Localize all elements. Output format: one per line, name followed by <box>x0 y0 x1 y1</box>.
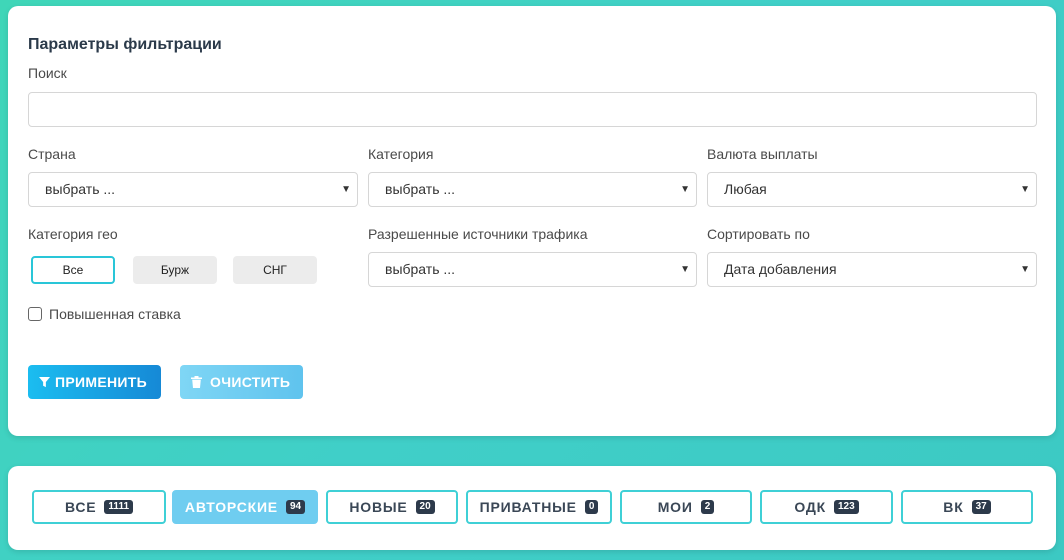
country-label: Страна <box>28 146 76 162</box>
category-select[interactable]: выбрать ... ▼ <box>368 172 697 207</box>
geo-sng-button[interactable]: СНГ <box>233 256 317 284</box>
raised-rate-checkbox[interactable] <box>28 307 42 321</box>
tab-all[interactable]: ВСЕ 1111 <box>32 490 166 524</box>
raised-rate-label: Повышенная ставка <box>49 306 181 322</box>
country-select[interactable]: выбрать ... ▼ <box>28 172 358 207</box>
traffic-sources-label: Разрешенные источники трафика <box>368 226 588 242</box>
traffic-sources-select[interactable]: выбрать ... ▼ <box>368 252 697 287</box>
apply-button-label: ПРИМЕНИТЬ <box>55 374 147 390</box>
filter-panel: Параметры фильтрации Поиск Страна выбрат… <box>8 6 1056 436</box>
chevron-down-icon: ▼ <box>1020 184 1030 195</box>
currency-label: Валюта выплаты <box>707 146 818 162</box>
sort-select[interactable]: Дата добавления ▼ <box>707 252 1037 287</box>
tab-private[interactable]: ПРИВАТНЫЕ 0 <box>466 490 612 524</box>
tab-label: ВСЕ <box>64 499 97 515</box>
count-badge: 0 <box>584 500 599 514</box>
count-badge: 94 <box>285 500 306 514</box>
trash-icon <box>191 376 202 388</box>
currency-select[interactable]: Любая ▼ <box>707 172 1037 207</box>
tab-label: НОВЫЕ <box>349 499 408 515</box>
geo-all-button[interactable]: Все <box>31 256 115 284</box>
currency-select-value: Любая <box>724 181 767 197</box>
clear-button[interactable]: ОЧИСТИТЬ <box>180 365 303 399</box>
category-label: Категория <box>368 146 434 162</box>
search-label: Поиск <box>28 65 67 81</box>
country-select-value: выбрать ... <box>45 181 116 197</box>
apply-button[interactable]: ПРИМЕНИТЬ <box>28 365 161 399</box>
sort-label: Сортировать по <box>707 226 810 242</box>
tab-vk[interactable]: ВК 37 <box>901 490 1033 524</box>
chevron-down-icon: ▼ <box>680 264 690 275</box>
count-badge: 123 <box>833 500 859 514</box>
chevron-down-icon: ▼ <box>680 184 690 195</box>
count-badge: 1111 <box>104 500 134 514</box>
geo-burzh-button[interactable]: Бурж <box>133 256 217 284</box>
tab-label: ВК <box>943 499 964 515</box>
raised-rate-row[interactable]: Повышенная ставка <box>28 306 181 322</box>
offer-tabs-panel: ВСЕ 1111 АВТОРСКИЕ 94 НОВЫЕ 20 ПРИВАТНЫЕ… <box>8 466 1056 550</box>
tab-new[interactable]: НОВЫЕ 20 <box>326 490 458 524</box>
sort-select-value: Дата добавления <box>724 261 837 277</box>
count-badge: 20 <box>415 500 435 514</box>
filter-icon <box>39 376 50 387</box>
tab-odk[interactable]: ОДК 123 <box>760 490 893 524</box>
count-badge: 2 <box>700 500 715 514</box>
count-badge: 37 <box>971 500 991 514</box>
tab-label: МОИ <box>657 499 693 515</box>
tab-author[interactable]: АВТОРСКИЕ 94 <box>172 490 318 524</box>
chevron-down-icon: ▼ <box>341 184 351 195</box>
chevron-down-icon: ▼ <box>1020 264 1030 275</box>
tab-label: ОДК <box>794 499 826 515</box>
category-select-value: выбрать ... <box>385 181 456 197</box>
search-input[interactable] <box>28 92 1037 127</box>
filter-title: Параметры фильтрации <box>28 36 222 53</box>
tab-mine[interactable]: МОИ 2 <box>620 490 752 524</box>
tab-label: ПРИВАТНЫЕ <box>479 499 577 515</box>
clear-button-label: ОЧИСТИТЬ <box>210 374 291 390</box>
traffic-sources-select-value: выбрать ... <box>385 261 456 277</box>
tab-label: АВТОРСКИЕ <box>184 499 278 515</box>
geo-category-label: Категория гео <box>28 226 118 242</box>
